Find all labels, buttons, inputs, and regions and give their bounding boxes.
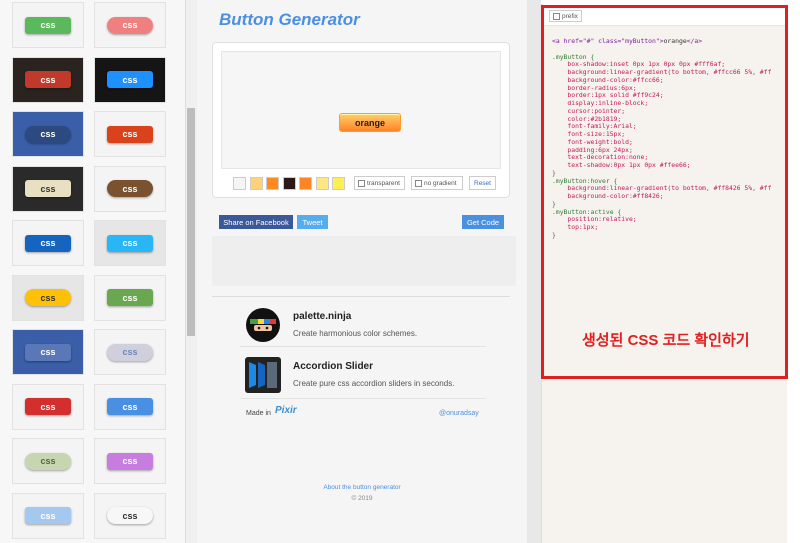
share-facebook-button[interactable]: Share on Facebook <box>219 215 293 229</box>
about-link[interactable]: About the button generator <box>197 484 527 491</box>
preview-area: orange <box>221 51 501 169</box>
preset-button-sample: css <box>107 452 153 470</box>
preset-thumbnail[interactable]: css <box>94 56 166 103</box>
preset-thumbnail[interactable]: css <box>94 438 166 484</box>
preset-button-sample: css <box>25 289 71 306</box>
preset-thumbnail[interactable]: css <box>12 111 84 157</box>
preset-thumbnail[interactable]: css <box>12 438 84 484</box>
preset-button-sample: css <box>107 71 153 88</box>
made-in-label: Made in <box>246 410 271 417</box>
preset-thumbnail[interactable]: css <box>12 2 84 48</box>
no-gradient-checkbox[interactable] <box>415 179 422 187</box>
preset-thumbnail[interactable]: css <box>12 492 84 539</box>
color-swatch[interactable] <box>332 177 345 190</box>
color-swatch[interactable] <box>315 177 329 190</box>
preset-thumbnail[interactable]: css <box>94 274 166 321</box>
generator-panel: Button Generator orange transparent no g… <box>197 0 527 543</box>
annotation-caption: 생성된 CSS 코드 확인하기 <box>582 332 750 349</box>
section-divider <box>212 296 510 297</box>
preset-button-sample: css <box>25 398 71 415</box>
preset-thumbnail[interactable]: css <box>94 383 166 430</box>
color-swatch[interactable] <box>299 177 312 190</box>
preset-button-sample: css <box>25 125 71 143</box>
preset-thumbnail[interactable]: css <box>12 220 84 266</box>
promo-accordion-slider[interactable]: Accordion Slider Create pure css accordi… <box>240 351 486 399</box>
preset-thumbnail[interactable]: css <box>94 165 166 212</box>
promo-description: Create harmonious color schemes. <box>293 329 418 338</box>
promo-description: Create pure css accordion sliders in sec… <box>293 379 455 388</box>
reset-button[interactable]: Reset <box>469 176 496 190</box>
transparent-checkbox[interactable] <box>358 179 365 187</box>
promo-title: Accordion Slider <box>293 361 374 372</box>
ad-placeholder <box>212 236 516 286</box>
get-code-button[interactable]: Get Code <box>462 215 504 229</box>
promo-divider <box>240 346 486 347</box>
preset-button-sample: css <box>25 507 71 524</box>
preset-thumbnail[interactable]: css <box>94 492 166 539</box>
gallery-scrollbar-thumb[interactable] <box>187 108 195 336</box>
preset-button-sample: css <box>107 507 153 524</box>
copyright-text: © 2019 <box>351 495 373 502</box>
preset-button-sample: css <box>107 398 153 415</box>
preview-button[interactable]: orange <box>339 113 401 132</box>
transparent-label: transparent <box>367 179 400 187</box>
accordion-slider-logo-icon <box>245 357 281 393</box>
preset-thumbnail[interactable]: css <box>12 56 84 103</box>
promo-title: palette.ninja <box>293 311 352 322</box>
preset-thumbnail[interactable]: css <box>12 383 84 430</box>
preset-button-sample: css <box>107 289 153 306</box>
preset-button-sample: css <box>107 16 153 34</box>
preset-button-sample: css <box>25 234 71 252</box>
preset-thumbnail[interactable]: css <box>12 274 84 321</box>
preset-thumbnail[interactable]: css <box>94 220 166 266</box>
panel-gutter <box>527 0 541 543</box>
preset-button-sample: css <box>25 180 71 197</box>
color-swatch[interactable] <box>282 177 296 190</box>
preset-button-sample: css <box>25 71 71 88</box>
preset-thumbnail[interactable]: css <box>12 329 84 375</box>
highlight-frame <box>541 5 788 379</box>
preset-button-sample: css <box>25 452 71 470</box>
color-swatch[interactable] <box>266 177 279 190</box>
preset-thumbnail[interactable]: css <box>12 165 84 212</box>
preset-button-sample: css <box>107 180 153 197</box>
page-title: Button Generator <box>219 10 360 29</box>
pixir-logo[interactable]: Pixir <box>275 405 297 416</box>
color-swatch[interactable] <box>233 177 246 190</box>
preset-button-sample: css <box>25 16 71 34</box>
preset-thumbnail[interactable]: css <box>94 2 166 48</box>
preset-button-sample: css <box>25 343 71 361</box>
preview-card: orange transparent no gradient Reset <box>212 42 510 198</box>
no-gradient-label: no gradient <box>424 179 457 187</box>
preset-thumbnail[interactable]: css <box>94 329 166 375</box>
author-handle-link[interactable]: @onuradsay <box>439 410 479 417</box>
promo-divider <box>240 398 486 399</box>
transparent-toggle[interactable]: transparent <box>354 176 405 190</box>
ninja-logo-icon <box>246 308 280 342</box>
preset-button-sample: css <box>107 125 153 143</box>
preset-button-sample: css <box>107 234 153 252</box>
tweet-button[interactable]: Tweet <box>297 215 328 229</box>
promo-palette-ninja[interactable]: palette.ninja Create harmonious color sc… <box>240 301 486 349</box>
color-swatch[interactable] <box>249 177 263 190</box>
preset-thumbnail[interactable]: css <box>94 111 166 157</box>
button-preset-gallery: css css css css css css css css css css css css css c… <box>0 0 185 543</box>
preset-button-sample: css <box>107 343 153 361</box>
no-gradient-toggle[interactable]: no gradient <box>411 176 463 190</box>
